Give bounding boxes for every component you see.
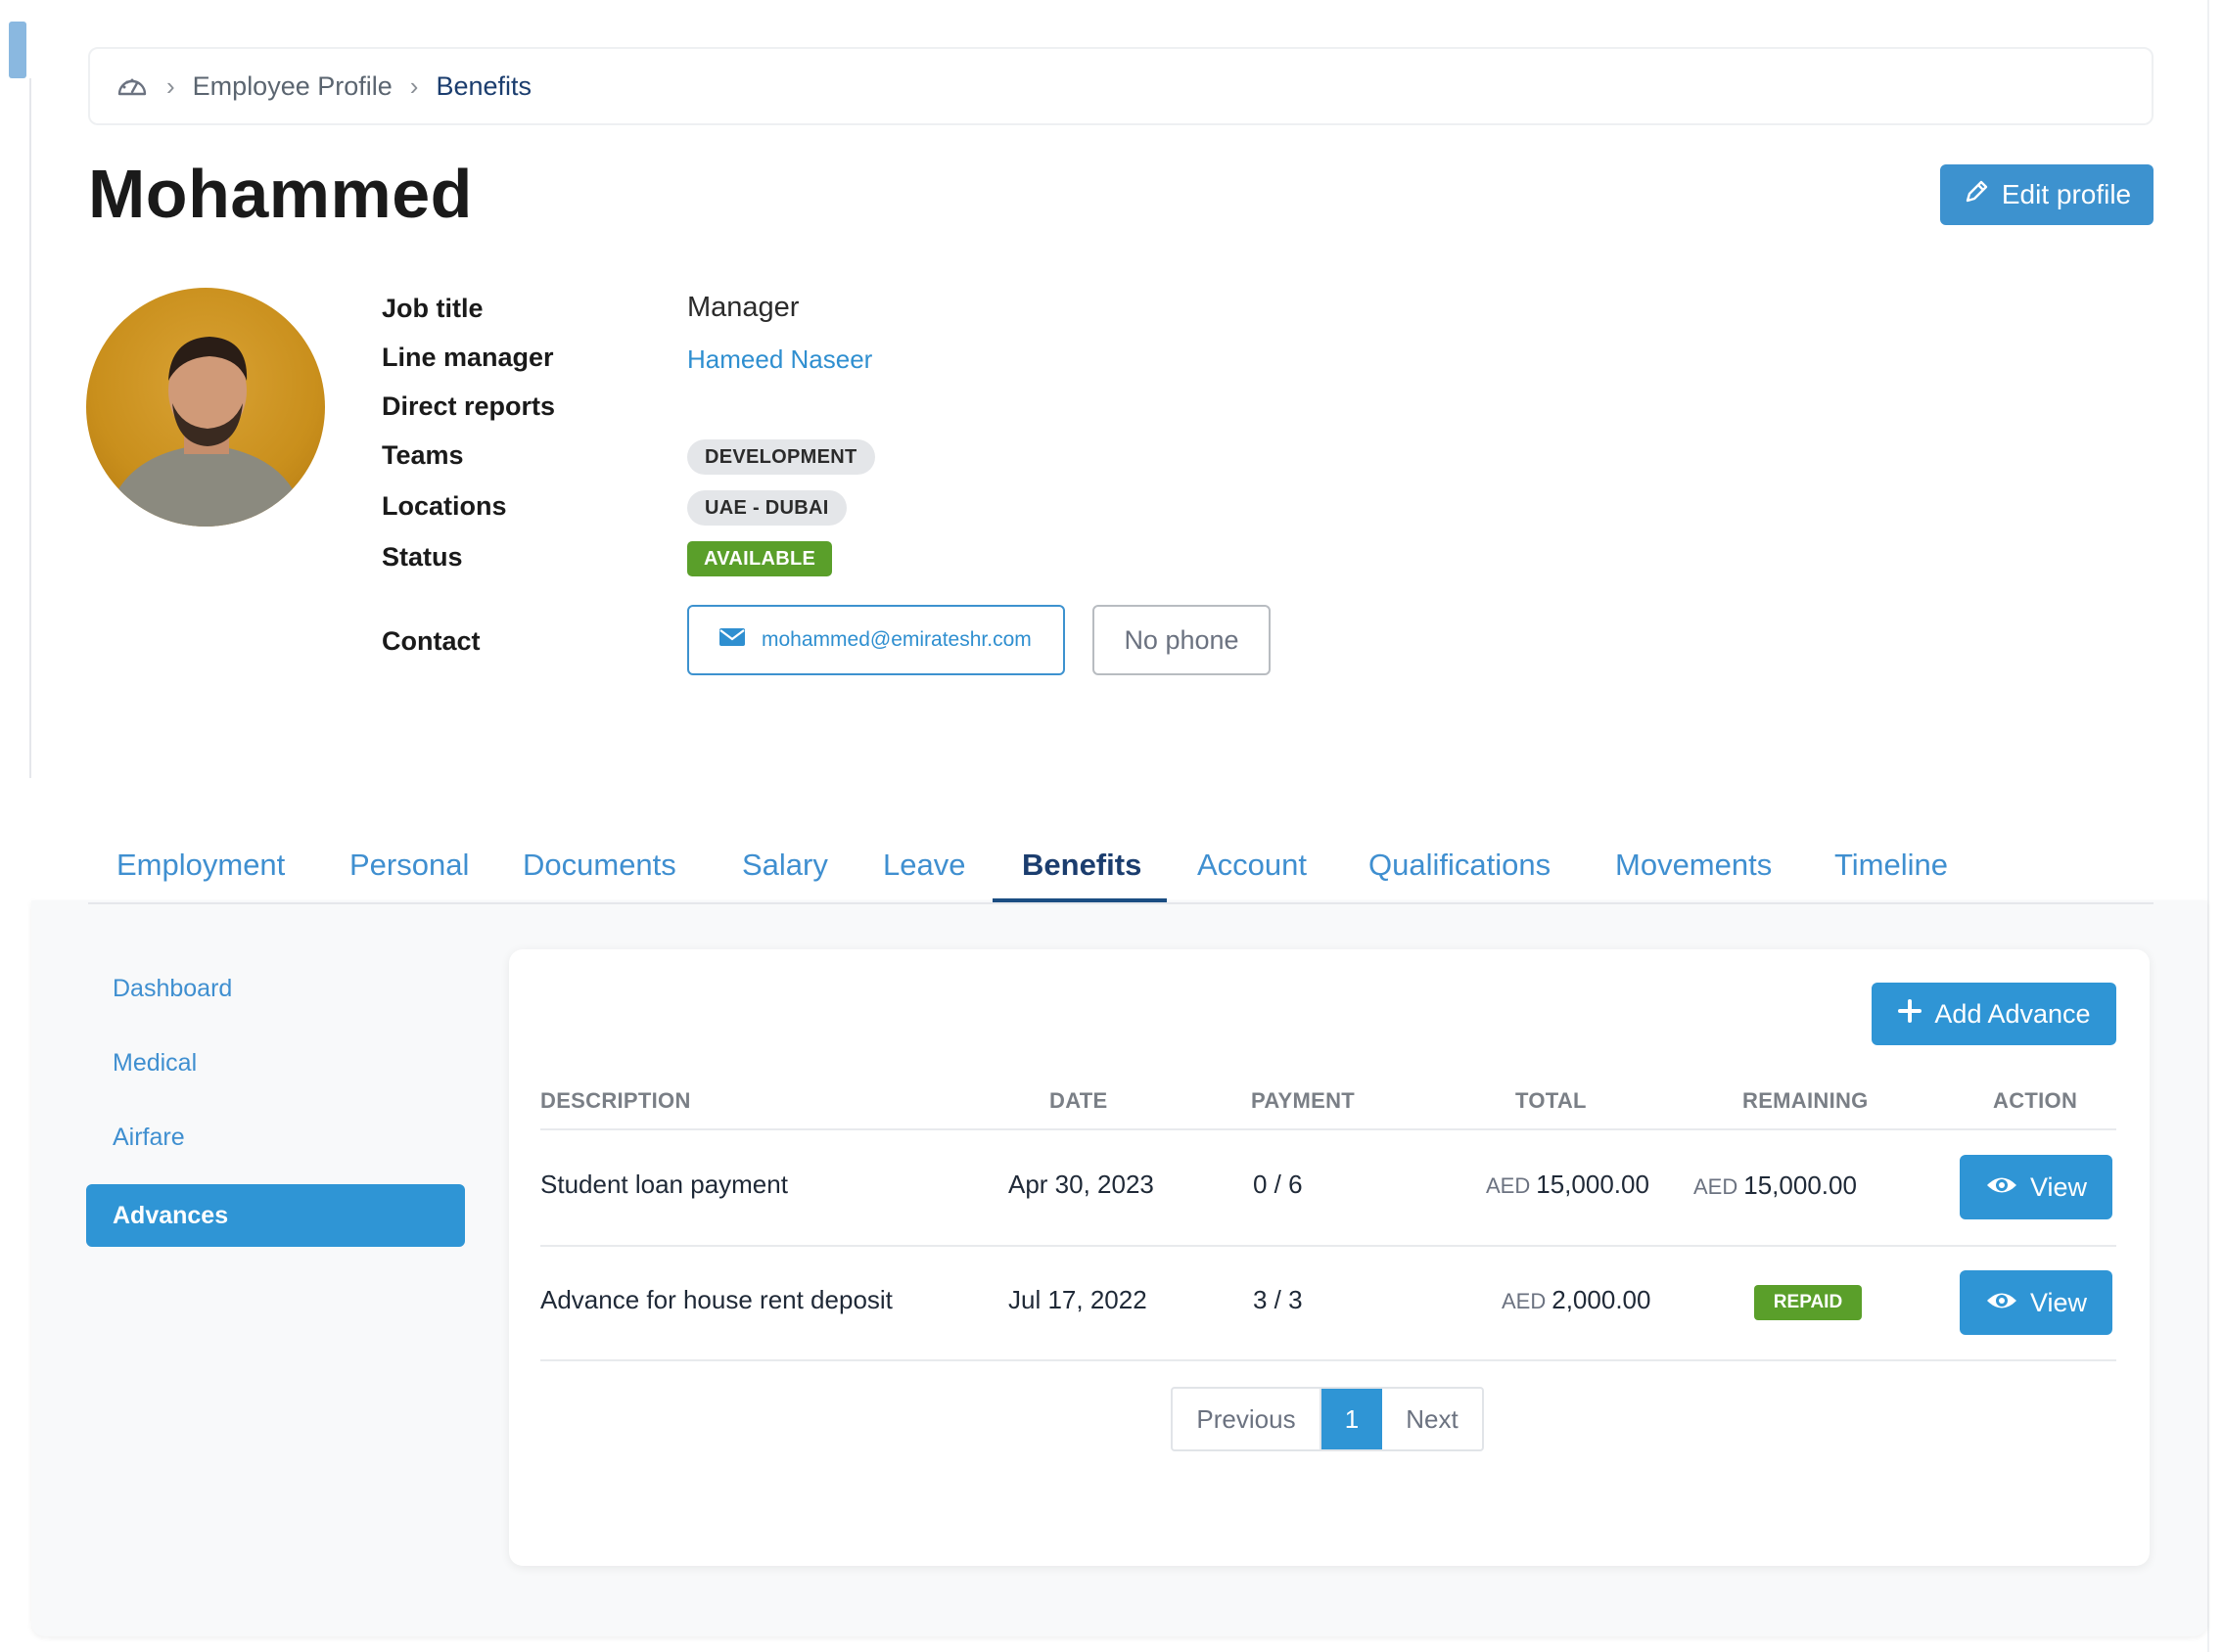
page-title: Mohammed [88, 156, 473, 232]
breadcrumb: › Employee Profile › Benefits [88, 47, 2154, 125]
repaid-badge: REPAID [1754, 1285, 1862, 1320]
avatar [86, 288, 325, 527]
line-manager-link[interactable]: Hameed Naseer [687, 344, 872, 375]
sidenav-advances[interactable]: Advances [86, 1184, 465, 1247]
tab-documents[interactable]: Documents [523, 848, 676, 883]
sidenav-medical[interactable]: Medical [113, 1049, 197, 1078]
row-1-description: Student loan payment [540, 1170, 788, 1199]
row-1-total: AED 15,000.00 [1486, 1170, 1649, 1200]
line-manager-label: Line manager [382, 343, 554, 372]
locations-label: Locations [382, 491, 507, 521]
envelope-icon [718, 626, 746, 654]
row-divider [540, 1245, 2116, 1247]
profile-tabs: Employment Personal Documents Salary Lea… [88, 840, 2154, 904]
tab-salary[interactable]: Salary [742, 848, 828, 883]
edit-profile-button[interactable]: Edit profile [1940, 164, 2154, 225]
row-2-total-amount: 2,000.00 [1551, 1285, 1651, 1314]
column-header-action: ACTION [1993, 1088, 2078, 1113]
row-1-total-amount: 15,000.00 [1536, 1170, 1649, 1199]
email-button[interactable]: mohammed@emirateshr.com [687, 605, 1065, 675]
page-1-button[interactable]: 1 [1321, 1389, 1382, 1449]
view-label: View [2029, 1287, 2088, 1317]
left-divider [29, 78, 31, 778]
tab-account[interactable]: Account [1197, 848, 1307, 883]
eye-icon [1985, 1172, 2018, 1203]
dashboard-gauge-icon[interactable] [116, 72, 149, 100]
phone-button[interactable]: No phone [1092, 605, 1271, 675]
column-header-description: DESCRIPTION [540, 1088, 691, 1113]
status-badge: AVAILABLE [687, 541, 833, 576]
job-title-value: Manager [687, 292, 800, 323]
column-header-remaining: REMAINING [1742, 1088, 1869, 1113]
chevron-right-icon: › [409, 70, 419, 101]
row-1-remaining-amount: 15,000.00 [1743, 1170, 1857, 1200]
view-label: View [2029, 1171, 2088, 1202]
breadcrumb-employee-profile[interactable]: Employee Profile [193, 71, 393, 102]
team-badge: DEVELOPMENT [687, 439, 875, 475]
row-1-payment: 0 / 6 [1253, 1170, 1303, 1199]
direct-reports-label: Direct reports [382, 391, 556, 421]
currency-code: AED [1693, 1174, 1738, 1199]
add-advance-button[interactable]: Add Advance [1872, 983, 2116, 1045]
row-2-date: Jul 17, 2022 [1008, 1285, 1147, 1314]
column-header-payment: PAYMENT [1251, 1088, 1356, 1113]
previous-page-button[interactable]: Previous [1173, 1389, 1321, 1449]
next-page-button[interactable]: Next [1382, 1389, 1482, 1449]
tab-employment[interactable]: Employment [116, 848, 285, 883]
contact-label: Contact [382, 626, 481, 656]
tab-timeline[interactable]: Timeline [1834, 848, 1948, 883]
row-divider [540, 1359, 2116, 1361]
active-tab-indicator [993, 898, 1167, 902]
email-address: mohammed@emirateshr.com [762, 628, 1032, 651]
edit-profile-label: Edit profile [2001, 179, 2132, 209]
status-label: Status [382, 542, 463, 572]
pencil-icon [1963, 178, 1990, 212]
sidenav-airfare[interactable]: Airfare [113, 1124, 185, 1152]
eye-icon [1985, 1288, 2018, 1318]
right-divider [2207, 0, 2209, 1652]
currency-code: AED [1486, 1173, 1531, 1198]
sidenav-dashboard[interactable]: Dashboard [113, 975, 232, 1003]
row-1-date: Apr 30, 2023 [1008, 1170, 1154, 1199]
chevron-right-icon: › [166, 70, 175, 101]
column-header-date: DATE [1049, 1088, 1108, 1113]
teams-label: Teams [382, 440, 464, 470]
row-2-total: AED 2,000.00 [1502, 1285, 1650, 1315]
header-divider [540, 1128, 2116, 1130]
currency-code: AED [1502, 1289, 1547, 1313]
column-header-total: TOTAL [1515, 1088, 1587, 1113]
row-2-payment: 3 / 3 [1253, 1285, 1303, 1314]
tab-benefits[interactable]: Benefits [1022, 848, 1141, 883]
add-advance-label: Add Advance [1934, 998, 2091, 1029]
tab-movements[interactable]: Movements [1615, 848, 1772, 883]
job-title-label: Job title [382, 294, 484, 323]
breadcrumb-benefits: Benefits [436, 70, 533, 101]
tab-qualifications[interactable]: Qualifications [1368, 848, 1551, 883]
tab-leave[interactable]: Leave [883, 848, 965, 883]
location-badge: UAE - DUBAI [687, 490, 847, 526]
window-edge-accent [9, 22, 26, 78]
pagination: Previous 1 Next [1171, 1387, 1484, 1451]
tab-personal[interactable]: Personal [349, 848, 469, 883]
view-button[interactable]: View [1960, 1270, 2112, 1335]
row-2-description: Advance for house rent deposit [540, 1285, 893, 1314]
view-button[interactable]: View [1960, 1155, 2112, 1219]
plus-icon [1897, 998, 1922, 1031]
row-1-remaining: AED 15,000.00 [1693, 1170, 1857, 1201]
